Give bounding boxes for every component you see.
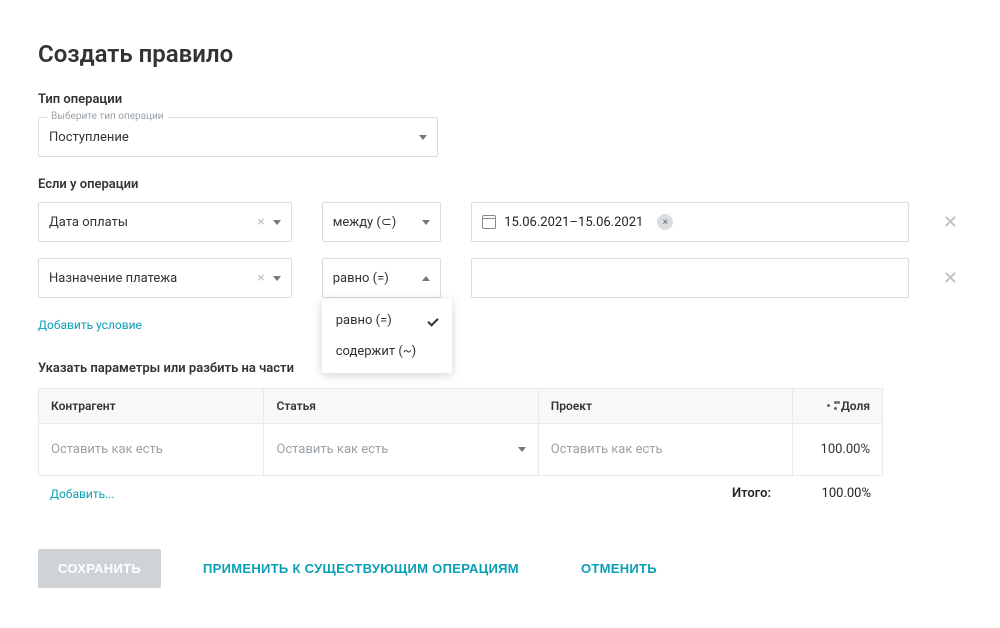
share-icon: [827, 401, 837, 411]
add-condition-link[interactable]: Добавить условие: [38, 318, 142, 332]
operator-option-contains[interactable]: содержит (~): [322, 336, 452, 367]
chevron-down-icon: [518, 447, 526, 452]
clear-icon[interactable]: ×: [257, 214, 264, 230]
remove-condition-icon[interactable]: ✕: [939, 268, 962, 289]
operation-type-select[interactable]: Выберите тип операции Поступление: [38, 117, 438, 157]
operation-type-value: Поступление: [49, 130, 419, 145]
operator-option-label: равно (=): [336, 313, 392, 328]
counterparty-cell[interactable]: Оставить как есть: [39, 424, 263, 475]
condition-operator-select[interactable]: между (⊂): [322, 202, 441, 242]
article-cell[interactable]: Оставить как есть: [263, 424, 537, 475]
condition-row: Назначение платежа × равно (=) равно (=)…: [38, 258, 962, 298]
condition-field-select[interactable]: Дата оплаты ×: [38, 202, 292, 242]
operator-option-label: содержит (~): [336, 344, 416, 359]
table-row: Оставить как есть Оставить как есть Оста…: [39, 424, 882, 475]
clear-date-icon[interactable]: ×: [657, 214, 673, 230]
condition-field-select[interactable]: Назначение платежа ×: [38, 258, 292, 298]
table-footer: Добавить... Итого: 100.00%: [38, 476, 883, 501]
condition-value-input[interactable]: [471, 258, 909, 298]
remove-condition-icon[interactable]: ✕: [939, 212, 962, 233]
condition-row: Дата оплаты × между (⊂) 15.06.2021–15.06…: [38, 202, 962, 242]
split-table: Контрагент Статья Проект Доля Оставить к…: [38, 388, 883, 476]
action-bar: СОХРАНИТЬ ПРИМЕНИТЬ К СУЩЕСТВУЮЩИМ ОПЕРА…: [38, 549, 962, 588]
calendar-icon: [482, 215, 496, 229]
condition-operator-value: между (⊂): [333, 215, 422, 230]
condition-operator-select[interactable]: равно (=) равно (=) содержит (~): [322, 258, 441, 298]
operator-option-equals[interactable]: равно (=): [322, 305, 452, 336]
conditions-label: Если у операции: [38, 177, 962, 192]
split-label: Указать параметры или разбить на части: [38, 361, 962, 376]
save-button[interactable]: СОХРАНИТЬ: [38, 549, 161, 588]
condition-field-value: Дата оплаты: [49, 215, 257, 230]
project-cell[interactable]: Оставить как есть: [538, 424, 792, 475]
chevron-down-icon: [422, 220, 430, 225]
th-counterparty: Контрагент: [39, 389, 263, 423]
counterparty-placeholder: Оставить как есть: [51, 442, 163, 457]
chevron-down-icon: [273, 276, 281, 281]
condition-field-value: Назначение платежа: [49, 271, 257, 286]
project-placeholder: Оставить как есть: [551, 442, 663, 457]
article-placeholder: Оставить как есть: [276, 442, 388, 457]
th-share: Доля: [792, 389, 882, 423]
condition-value-input[interactable]: 15.06.2021–15.06.2021 ×: [471, 202, 909, 242]
th-article: Статья: [263, 389, 537, 423]
chevron-down-icon: [419, 135, 427, 140]
table-header: Контрагент Статья Проект Доля: [39, 389, 882, 424]
total-value: 100.00%: [801, 486, 871, 501]
operator-dropdown-menu: равно (=) содержит (~): [322, 299, 452, 373]
operation-type-label: Тип операции: [38, 92, 962, 107]
chevron-down-icon: [273, 220, 281, 225]
check-icon: [427, 315, 438, 326]
condition-date-value: 15.06.2021–15.06.2021: [504, 215, 643, 230]
add-row-link[interactable]: Добавить...: [50, 487, 115, 501]
cancel-button[interactable]: ОТМЕНИТЬ: [561, 549, 677, 588]
apply-existing-button[interactable]: ПРИМЕНИТЬ К СУЩЕСТВУЮЩИМ ОПЕРАЦИЯМ: [183, 549, 539, 588]
th-project: Проект: [538, 389, 792, 423]
chevron-up-icon: [422, 276, 430, 281]
total-label: Итого:: [732, 486, 801, 501]
operation-type-floating-label: Выберите тип операции: [47, 111, 168, 122]
page-title: Создать правило: [38, 40, 962, 68]
condition-operator-value: равно (=): [333, 271, 422, 286]
share-cell[interactable]: 100.00%: [792, 424, 882, 475]
clear-icon[interactable]: ×: [257, 270, 264, 286]
